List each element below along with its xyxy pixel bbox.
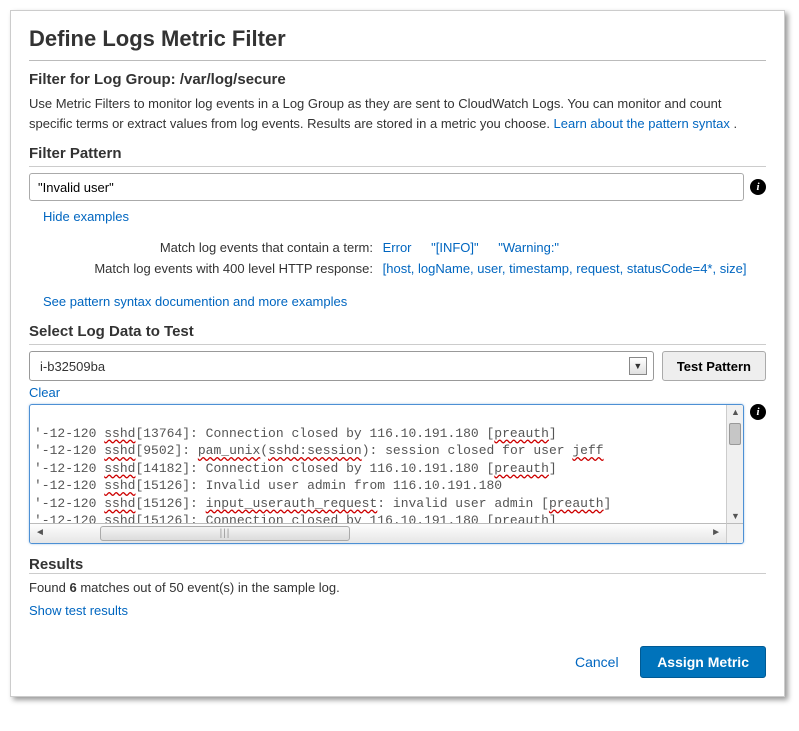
- vertical-scrollbar[interactable]: ▲ ▼: [726, 405, 743, 523]
- filter-pattern-row: i: [29, 173, 766, 201]
- scroll-down-icon: ▼: [731, 511, 740, 521]
- examples-section: Hide examples Match log events that cont…: [29, 201, 766, 276]
- define-metric-filter-dialog: Define Logs Metric Filter Filter for Log…: [10, 10, 785, 697]
- assign-metric-button[interactable]: Assign Metric: [640, 646, 766, 678]
- example-value-link[interactable]: Error: [383, 240, 412, 255]
- example-value-link[interactable]: "[INFO]": [431, 240, 479, 255]
- info-icon[interactable]: i: [750, 404, 766, 420]
- example-value-link[interactable]: [host, logName, user, timestamp, request…: [383, 261, 747, 276]
- divider: [29, 344, 766, 345]
- log-preview-row: '-12-120 sshd[13764]: Connection closed …: [29, 404, 766, 544]
- example-row: Match log events with 400 level HTTP res…: [89, 261, 766, 276]
- description-text: Use Metric Filters to monitor log events…: [29, 94, 766, 133]
- results-label: Results: [29, 556, 766, 573]
- divider: [29, 166, 766, 167]
- scroll-up-icon: ▲: [731, 407, 740, 417]
- hide-examples-link[interactable]: Hide examples: [43, 209, 129, 224]
- scroll-left-icon: ◄: [35, 527, 45, 538]
- pattern-syntax-doc-link[interactable]: See pattern syntax documention and more …: [43, 294, 347, 309]
- scrollbar-thumb[interactable]: [729, 423, 741, 445]
- select-log-data-label: Select Log Data to Test: [29, 323, 766, 340]
- horizontal-scrollbar[interactable]: ◄ ||| ►: [30, 523, 726, 543]
- scroll-corner: [726, 523, 743, 543]
- divider: [29, 60, 766, 61]
- results-summary: Found 6 matches out of 50 event(s) in th…: [29, 580, 766, 595]
- scrollbar-thumb[interactable]: |||: [100, 526, 350, 541]
- cancel-button[interactable]: Cancel: [575, 654, 619, 670]
- filter-pattern-input[interactable]: [29, 173, 744, 201]
- filter-pattern-label: Filter Pattern: [29, 145, 766, 162]
- chevron-down-icon: ▼: [629, 357, 647, 375]
- divider: [29, 573, 766, 574]
- log-stream-select[interactable]: i-b32509ba ▼: [29, 351, 654, 381]
- scroll-right-icon: ►: [711, 527, 721, 538]
- show-test-results-link[interactable]: Show test results: [29, 603, 128, 618]
- dialog-footer: Cancel Assign Metric: [29, 646, 766, 678]
- learn-pattern-syntax-link[interactable]: Learn about the pattern syntax: [554, 116, 730, 131]
- info-icon[interactable]: i: [750, 179, 766, 195]
- log-preview-box: '-12-120 sshd[13764]: Connection closed …: [29, 404, 744, 544]
- page-title: Define Logs Metric Filter: [29, 26, 766, 52]
- example-row: Match log events that contain a term: Er…: [89, 240, 766, 255]
- test-pattern-button[interactable]: Test Pattern: [662, 351, 766, 381]
- select-log-row: i-b32509ba ▼ Test Pattern: [29, 351, 766, 381]
- subtitle: Filter for Log Group: /var/log/secure: [29, 71, 766, 88]
- results-section: Results Found 6 matches out of 50 event(…: [29, 556, 766, 618]
- log-preview-textarea[interactable]: '-12-120 sshd[13764]: Connection closed …: [30, 405, 743, 523]
- example-value-link[interactable]: "Warning:": [498, 240, 559, 255]
- clear-link[interactable]: Clear: [29, 385, 60, 400]
